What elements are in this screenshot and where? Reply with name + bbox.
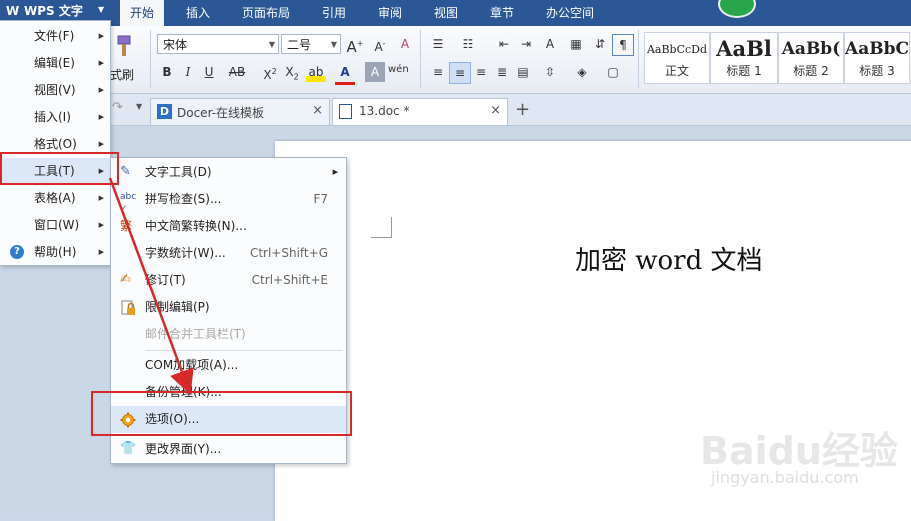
annotation-arrow [108, 177, 194, 396]
